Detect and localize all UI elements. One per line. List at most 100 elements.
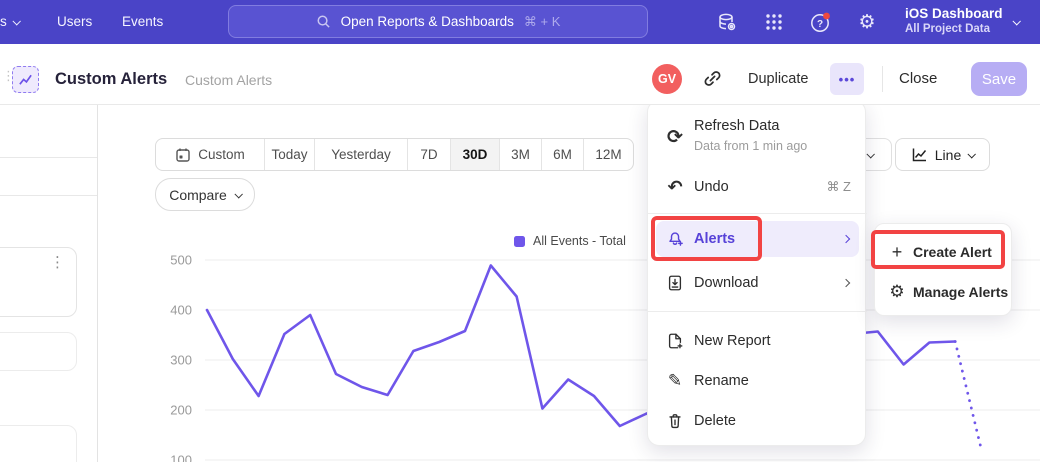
menu-item-alerts[interactable]: Alerts (648, 221, 867, 257)
chevron-down-icon (234, 190, 242, 198)
app-window: s Users Events Open Reports & Dashboards… (0, 0, 1040, 462)
kebab-menu-icon[interactable]: ⋮ (50, 259, 65, 266)
menu-divider (648, 213, 867, 214)
refresh-icon: ⟳ (664, 126, 686, 148)
alerts-row-highlight (656, 221, 859, 257)
settings-button[interactable]: ⚙ (854, 9, 880, 35)
data-management-button[interactable] (714, 9, 740, 35)
date-range-custom[interactable]: Custom (156, 139, 265, 170)
project-chevron-down-icon (1012, 17, 1020, 25)
help-button[interactable]: ? (807, 9, 833, 35)
calendar-icon (175, 147, 191, 163)
more-options-button[interactable]: ••• (830, 63, 864, 95)
more-options-menu: ⟳ Refresh Data Data from 1 min ago ↶ Und… (647, 100, 866, 446)
chart-type-label: Line (935, 147, 961, 163)
date-range-12m[interactable]: 12M (584, 139, 633, 170)
date-range-today[interactable]: Today (265, 139, 315, 170)
chart-legend[interactable]: All Events - Total (514, 234, 626, 248)
compare-label: Compare (169, 187, 227, 203)
submenu-chevron-right-icon (842, 279, 850, 287)
query-builder-sidebar: ⋮ (0, 105, 98, 462)
svg-text:100: 100 (170, 453, 192, 462)
menu-item-delete[interactable]: Delete (648, 403, 867, 439)
report-header: ⋮ Custom Alerts Custom Alerts GV Duplica… (0, 44, 1040, 105)
menu-item-label: Delete (694, 413, 736, 429)
menu-item-download[interactable]: Download (648, 265, 867, 301)
chart-type-button[interactable]: Line (895, 138, 990, 171)
gear-icon: ⚙ (858, 11, 875, 34)
menu-item-label: Rename (694, 373, 749, 389)
undo-icon: ↶ (664, 176, 686, 198)
duplicate-button[interactable]: Duplicate (748, 71, 808, 87)
nav-item-partial[interactable]: s (0, 14, 19, 29)
compare-button[interactable]: Compare (155, 178, 255, 211)
gear-icon: ⚙ (887, 282, 907, 302)
menu-item-label: New Report (694, 333, 771, 349)
date-range-selector: Custom Today Yesterday 7D 30D 3M 6M 12M (155, 138, 634, 171)
submenu-item-create-alert[interactable]: + Create Alert (875, 234, 1013, 270)
query-card[interactable] (0, 332, 77, 371)
menu-item-undo[interactable]: ↶ Undo ⌘ Z (648, 169, 867, 205)
submenu-item-label: Create Alert (913, 244, 992, 260)
search-shortcut: ⌘ + K (524, 14, 561, 30)
global-search-input[interactable]: Open Reports & Dashboards ⌘ + K (228, 5, 648, 38)
date-range-30d-selected[interactable]: 30D (451, 139, 500, 170)
chevron-down-icon (866, 150, 874, 158)
project-name: iOS Dashboard (905, 5, 1003, 22)
project-scope: All Project Data (905, 22, 1003, 37)
menu-item-label: Alerts (694, 231, 735, 247)
svg-text:300: 300 (170, 353, 192, 368)
bell-plus-icon (664, 228, 686, 250)
query-card[interactable] (0, 425, 77, 462)
date-range-label: Custom (198, 147, 245, 162)
menu-item-label: Refresh Data (694, 118, 779, 134)
save-button[interactable]: Save (971, 62, 1027, 96)
grid-dots-icon (764, 12, 784, 32)
svg-text:?: ? (816, 19, 822, 30)
menu-item-label: Download (694, 275, 759, 291)
share-link-button[interactable] (702, 68, 726, 92)
close-button[interactable]: Close (899, 70, 937, 87)
download-icon (664, 272, 686, 294)
menu-item-refresh-data[interactable]: ⟳ Refresh Data Data from 1 min ago (648, 113, 867, 161)
project-switcher[interactable]: iOS Dashboard All Project Data (905, 5, 1003, 37)
nav-item-users[interactable]: Users (57, 14, 92, 29)
database-icon (716, 11, 738, 33)
pencil-icon: ✎ (664, 370, 686, 392)
search-icon (316, 14, 331, 29)
link-icon (702, 68, 723, 89)
legend-label: All Events - Total (533, 234, 626, 248)
sidebar-divider (0, 157, 97, 158)
page-title: Custom Alerts (55, 70, 167, 89)
date-range-3m[interactable]: 3M (500, 139, 542, 170)
legend-swatch (514, 236, 525, 247)
date-range-6m[interactable]: 6M (542, 139, 584, 170)
submenu-item-manage-alerts[interactable]: ⚙ Manage Alerts (875, 274, 1013, 310)
submenu-item-label: Manage Alerts (913, 284, 1008, 300)
top-navbar: s Users Events Open Reports & Dashboards… (0, 0, 1040, 44)
menu-divider (648, 311, 867, 312)
line-chart-type-icon (911, 146, 928, 163)
chevron-down-icon (968, 150, 976, 158)
plus-icon: + (887, 242, 907, 262)
nav-item-events[interactable]: Events (122, 14, 163, 29)
report-type-button[interactable] (12, 66, 39, 93)
line-chart-icon (18, 72, 33, 87)
nav-item-partial-label: s (0, 14, 7, 29)
undo-shortcut: ⌘ Z (826, 179, 851, 195)
user-avatar[interactable]: GV (652, 64, 682, 94)
svg-text:400: 400 (170, 303, 192, 318)
trash-icon (664, 410, 686, 432)
new-report-icon (664, 330, 686, 352)
search-placeholder: Open Reports & Dashboards (341, 14, 514, 29)
header-divider (882, 66, 883, 92)
menu-item-new-report[interactable]: New Report (648, 323, 867, 359)
menu-item-label: Undo (694, 179, 729, 195)
apps-menu-button[interactable] (761, 9, 787, 35)
svg-text:500: 500 (170, 253, 192, 268)
date-range-yesterday[interactable]: Yesterday (315, 139, 408, 170)
menu-item-rename[interactable]: ✎ Rename (648, 363, 867, 399)
breadcrumb[interactable]: Custom Alerts (185, 72, 272, 88)
query-card[interactable] (0, 247, 77, 317)
date-range-7d[interactable]: 7D (408, 139, 451, 170)
